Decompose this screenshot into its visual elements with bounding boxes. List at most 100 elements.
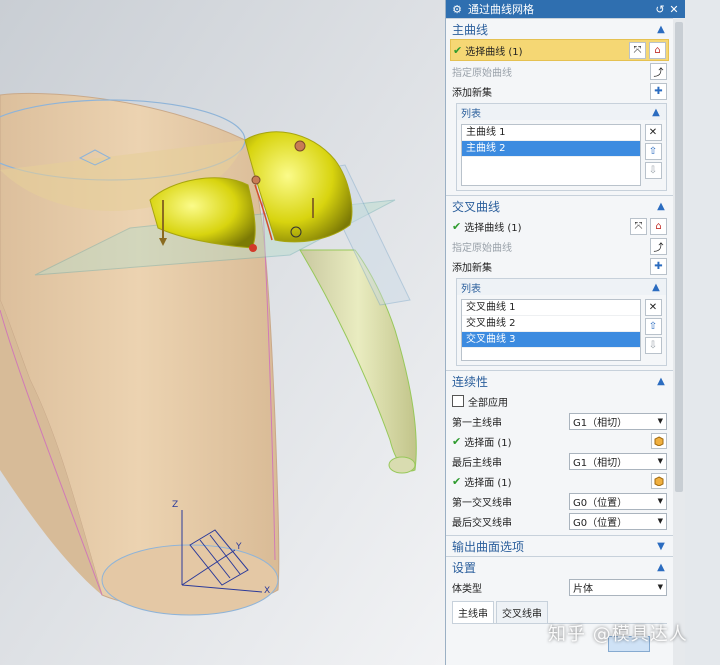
- dropdown-arrow-icon: ▼: [657, 457, 663, 465]
- face-cube-icon[interactable]: [651, 473, 667, 489]
- body-type-value: 片体: [573, 583, 593, 595]
- first-primary-row: 第一主线串 G1（相切） ▼: [446, 411, 673, 431]
- cross-list-title: 列表: [461, 283, 481, 295]
- dialog-title: 通过曲线网格: [468, 3, 534, 16]
- origin-curve-icon[interactable]: ⤴: [650, 62, 667, 80]
- move-down-icon[interactable]: ⇩: [644, 162, 662, 179]
- cross-curve-list[interactable]: 交叉曲线 1 交叉曲线 2 交叉曲线 3: [461, 299, 641, 361]
- section-continuity-header[interactable]: 连续性 ▲: [446, 370, 673, 391]
- face-cube-icon[interactable]: [651, 433, 667, 449]
- section-settings-header[interactable]: 设置 ▲: [446, 556, 673, 577]
- dropdown-arrow-icon: ▼: [657, 497, 663, 505]
- section-continuity-title: 连续性: [452, 374, 489, 389]
- apply-all-row[interactable]: 全部应用: [446, 391, 673, 411]
- last-primary-value: G1（相切）: [573, 457, 628, 469]
- checkmark-icon: ✔: [452, 219, 462, 233]
- chevron-up-icon[interactable]: ▲: [655, 24, 667, 35]
- axis-y-label: Y: [236, 542, 242, 552]
- body-type-row: 体类型 片体 ▼: [446, 577, 673, 597]
- first-cross-row: 第一交叉线串 G0（位置） ▼: [446, 491, 673, 511]
- select-face-2-label: 选择面 (1): [464, 477, 512, 489]
- list-item[interactable]: 交叉曲线 3: [462, 332, 640, 348]
- chevron-up-icon[interactable]: ▲: [650, 282, 662, 293]
- primary-select-curve-label: 选择曲线 (1): [465, 46, 523, 58]
- chevron-up-icon[interactable]: ▲: [655, 376, 667, 387]
- primary-add-new-set-label: 添加新集: [452, 87, 492, 99]
- section-primary-title: 主曲线: [452, 22, 489, 37]
- select-face-2-row[interactable]: ✔ 选择面 (1): [446, 471, 673, 491]
- last-cross-row: 最后交叉线串 G0（位置） ▼: [446, 511, 673, 531]
- axis-z-label: Z: [172, 500, 179, 510]
- remove-icon[interactable]: ✕: [644, 299, 662, 316]
- first-cross-value: G0（位置）: [573, 497, 628, 509]
- apply-all-checkbox[interactable]: [452, 395, 464, 407]
- dropdown-arrow-icon: ▼: [657, 583, 663, 591]
- last-primary-select[interactable]: G1（相切） ▼: [569, 452, 667, 470]
- chevron-up-icon[interactable]: ▲: [655, 562, 667, 573]
- first-primary-value: G1（相切）: [573, 417, 628, 429]
- section-output-header[interactable]: 输出曲面选项 ▼: [446, 535, 673, 556]
- last-cross-label: 最后交叉线串: [452, 517, 512, 529]
- cross-specify-origin-row: 指定原始曲线 ⤴: [446, 236, 673, 256]
- watermark: 知乎 @模具达人: [548, 624, 688, 645]
- reverse-direction-icon[interactable]: ⤧: [629, 41, 646, 59]
- first-primary-select[interactable]: G1（相切） ▼: [569, 412, 667, 430]
- settings-gear-icon[interactable]: ⚙: [450, 3, 464, 16]
- add-set-icon[interactable]: ✚: [650, 82, 667, 100]
- remove-icon[interactable]: ✕: [644, 124, 662, 141]
- primary-list-header[interactable]: 列表 ▲: [457, 104, 666, 120]
- close-icon[interactable]: ✕: [667, 3, 681, 16]
- curve-rule-icon[interactable]: ⌂: [649, 41, 666, 59]
- body-type-select[interactable]: 片体 ▼: [569, 578, 667, 596]
- last-cross-select[interactable]: G0（位置） ▼: [569, 512, 667, 530]
- move-down-icon[interactable]: ⇩: [644, 337, 662, 354]
- cross-add-new-set-label: 添加新集: [452, 262, 492, 274]
- section-primary-header[interactable]: 主曲线 ▲: [446, 18, 673, 39]
- reset-icon[interactable]: ↺: [653, 3, 667, 16]
- list-item[interactable]: 交叉曲线 1: [462, 300, 640, 316]
- primary-add-new-set-row: 添加新集 ✚: [446, 81, 673, 101]
- chevron-down-icon[interactable]: ▼: [655, 541, 667, 552]
- graphics-viewport[interactable]: Z Y X: [0, 0, 445, 665]
- first-primary-label: 第一主线串: [452, 417, 502, 429]
- section-cross-header[interactable]: 交叉曲线 ▲: [446, 195, 673, 216]
- origin-curve-icon[interactable]: ⤴: [650, 237, 667, 255]
- move-up-icon[interactable]: ⇧: [644, 143, 662, 160]
- section-settings-title: 设置: [452, 560, 477, 575]
- reverse-direction-icon[interactable]: ⤧: [630, 217, 647, 235]
- first-cross-label: 第一交叉线串: [452, 497, 512, 509]
- axis-x-label: X: [264, 586, 271, 596]
- right-panel-strip: [684, 0, 720, 665]
- primary-select-curve-row[interactable]: ✔ 选择曲线 (1) ⤧ ⌂: [450, 39, 669, 61]
- scrollbar-thumb[interactable]: [675, 22, 683, 492]
- cross-select-curve-label: 选择曲线 (1): [464, 222, 522, 234]
- model-canvas: [0, 0, 445, 665]
- cross-list-header[interactable]: 列表 ▲: [457, 279, 666, 295]
- select-face-1-row[interactable]: ✔ 选择面 (1): [446, 431, 673, 451]
- section-output-title: 输出曲面选项: [452, 539, 525, 554]
- primary-specify-origin-row: 指定原始曲线 ⤴: [446, 61, 673, 81]
- list-item[interactable]: 交叉曲线 2: [462, 316, 640, 332]
- primary-list-group: 列表 ▲ 主曲线 1 主曲线 2 ✕ ⇧ ⇩: [456, 103, 667, 191]
- move-up-icon[interactable]: ⇧: [644, 318, 662, 335]
- cross-select-curve-row[interactable]: ✔ 选择曲线 (1) ⤧ ⌂: [446, 216, 673, 236]
- chevron-up-icon[interactable]: ▲: [650, 107, 662, 118]
- dropdown-arrow-icon: ▼: [657, 517, 663, 525]
- primary-curve-list[interactable]: 主曲线 1 主曲线 2: [461, 124, 641, 186]
- checkmark-icon: ✔: [453, 43, 463, 57]
- dialog-titlebar: ⚙ 通过曲线网格 ↺ ✕: [446, 0, 685, 18]
- first-cross-select[interactable]: G0（位置） ▼: [569, 492, 667, 510]
- dialog-scrollbar[interactable]: [673, 18, 685, 665]
- checkmark-icon: ✔: [452, 474, 462, 488]
- list-item[interactable]: 主曲线 2: [462, 141, 640, 157]
- curve-rule-icon[interactable]: ⌂: [650, 217, 667, 235]
- add-set-icon[interactable]: ✚: [650, 257, 667, 275]
- through-curve-mesh-dialog: ⚙ 通过曲线网格 ↺ ✕ 主曲线 ▲ ✔ 选择曲线 (1) ⤧ ⌂ 指定原始曲线…: [445, 0, 685, 665]
- dropdown-arrow-icon: ▼: [657, 417, 663, 425]
- primary-specify-origin-label: 指定原始曲线: [452, 67, 512, 79]
- tab-cross-string[interactable]: 交叉线串: [496, 601, 548, 623]
- tab-primary-string[interactable]: 主线串: [452, 601, 494, 623]
- list-item[interactable]: 主曲线 1: [462, 125, 640, 141]
- chevron-up-icon[interactable]: ▲: [655, 201, 667, 212]
- last-primary-row: 最后主线串 G1（相切） ▼: [446, 451, 673, 471]
